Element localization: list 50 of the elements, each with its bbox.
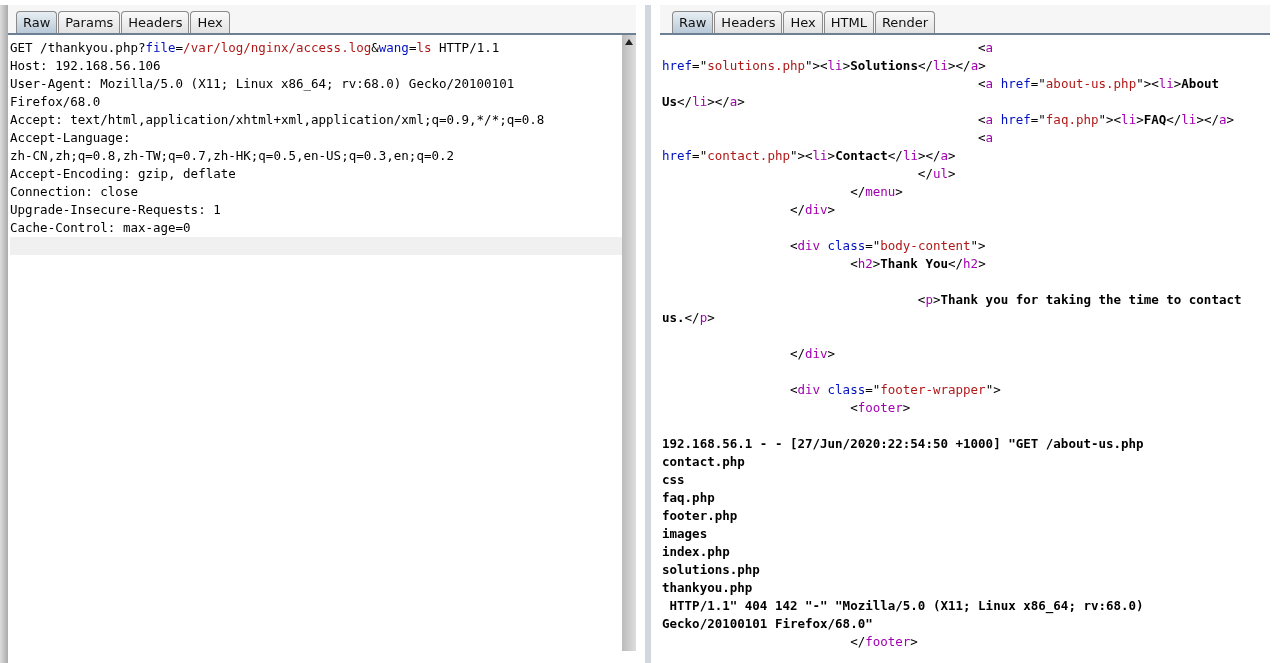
scrollbar[interactable]: [622, 35, 636, 651]
code-line: images: [662, 525, 709, 543]
code-line: Firefox/68.0: [10, 93, 102, 111]
tab[interactable]: Raw: [16, 11, 58, 33]
code-line: Us</li></a>: [662, 93, 746, 111]
code-line: Host: 192.168.56.106: [10, 57, 162, 75]
code-line: HTTP/1.1" 404 142 "-" "Mozilla/5.0 (X11; Linux x86_64; rv:68.0): [668, 597, 1145, 615]
tab[interactable]: HTML: [823, 11, 874, 33]
code-line: us.</p>: [662, 309, 716, 327]
code-line: Cache-Control: max-age=0: [10, 219, 192, 237]
tab[interactable]: Headers: [714, 11, 783, 33]
tab[interactable]: Hex: [783, 11, 823, 33]
code-line: <footer>: [849, 399, 912, 417]
code-line: GET /thankyou.php?file=/var/log/nginx/access.log&wang=ls HTTP/1.1: [10, 39, 501, 57]
code-line: Gecko/20100101 Firefox/68.0": [662, 615, 874, 633]
code-line: Accept: text/html,application/xhtml+xml,application/xml;q=0.9,*/*;q=0.8: [10, 111, 546, 129]
tab[interactable]: Hex: [190, 11, 230, 33]
code-line: </ul>: [916, 165, 957, 183]
code-line: <p>Thank you for taking the time to contact: [916, 291, 1243, 309]
tab[interactable]: Raw: [672, 11, 714, 33]
code-line: contact.php: [662, 453, 746, 471]
code-line: Upgrade-Insecure-Requests: 1: [10, 201, 222, 219]
code-line: Accept-Language:: [10, 129, 132, 147]
code-line: href="contact.php"><li>Contact</li></a>: [662, 147, 957, 165]
tab[interactable]: Headers: [121, 11, 190, 33]
code-line: <a: [977, 129, 995, 147]
code-line: index.php: [662, 543, 731, 561]
code-line: css: [662, 471, 686, 489]
code-line: href="solutions.php"><li>Solutions</li></a>: [662, 57, 987, 75]
tab[interactable]: Render: [874, 11, 936, 33]
code-line: <a href="faq.php"><li>FAQ</li></a>: [977, 111, 1236, 129]
code-line: <a: [977, 39, 995, 57]
code-line: </footer>: [849, 633, 919, 651]
code-line: thankyou.php: [662, 579, 754, 597]
code-line: <div class="footer-wrapper">: [788, 381, 1002, 399]
code-line: 192.168.56.1 - - [27/Jun/2020:22:54:50 +1000] "GET /about-us.php: [662, 435, 1145, 453]
code-line: </div>: [788, 201, 837, 219]
code-line: <a href="about-us.php"><li>About: [977, 75, 1220, 93]
code-line: Accept-Encoding: gzip, deflate: [10, 165, 237, 183]
code-line: Connection: close: [10, 183, 139, 201]
code-line: solutions.php: [662, 561, 761, 579]
code-line: faq.php: [662, 489, 716, 507]
code-line: zh-CN,zh;q=0.8,zh-TW;q=0.7,zh-HK;q=0.5,en-US;q=0.3,en;q=0.2: [10, 147, 455, 165]
code-line: <h2>Thank You</h2>: [849, 255, 987, 273]
tab[interactable]: Params: [58, 11, 121, 33]
code-line: </menu>: [849, 183, 904, 201]
code-line: User-Agent: Mozilla/5.0 (X11; Linux x86_64; rv:68.0) Gecko/20100101: [10, 75, 516, 93]
code-line: footer.php: [662, 507, 739, 525]
code-line: </div>: [788, 345, 837, 363]
code-line: <div class="body-content">: [788, 237, 987, 255]
